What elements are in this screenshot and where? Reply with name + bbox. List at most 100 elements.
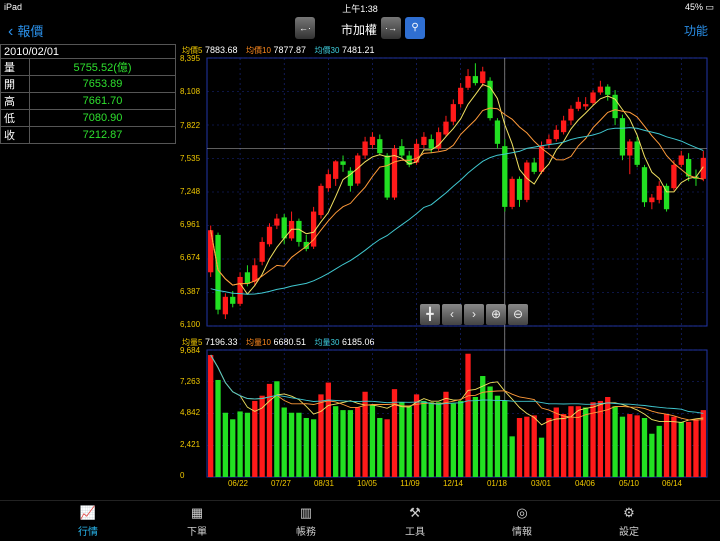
pan-left-button[interactable]: ‹ xyxy=(442,304,462,325)
zoom-in-button[interactable]: ⊕ xyxy=(486,304,506,325)
x-tick: 03/01 xyxy=(530,479,552,488)
volume-bar xyxy=(274,381,280,477)
x-tick: 06/22 xyxy=(227,479,249,488)
tab-settings[interactable]: ⚙ 設定 xyxy=(589,505,669,538)
volume-bar xyxy=(538,437,545,477)
volume-bar xyxy=(333,406,339,477)
candle-body xyxy=(303,241,309,249)
volume-bar xyxy=(560,414,567,477)
candle-body xyxy=(619,118,626,156)
volume-ma-legend: 均量5 7196.33 均量10 6680.51 均量30 6185.06 xyxy=(182,337,380,348)
tab-order[interactable]: ▦ 下單 xyxy=(157,505,237,538)
open-value: 7653.89 xyxy=(29,75,176,93)
candle-body xyxy=(590,92,596,103)
candle-body xyxy=(450,104,456,122)
low-value: 7080.90 xyxy=(29,109,176,127)
tab-label: 行情 xyxy=(78,527,98,538)
candle-body xyxy=(700,157,706,179)
vma10-label: 均量10 xyxy=(246,338,271,347)
price-tick: 6,387 xyxy=(180,287,201,296)
candle-body xyxy=(516,178,523,200)
candle-body xyxy=(575,101,581,109)
candle-body xyxy=(266,226,273,245)
x-tick: 04/06 xyxy=(574,479,596,488)
high-label: 高 xyxy=(0,92,30,110)
candle-body xyxy=(406,155,412,165)
volume-bar xyxy=(487,386,493,477)
candle-body xyxy=(421,136,427,145)
back-button[interactable]: ‹ 報價 xyxy=(8,21,43,41)
candle-body xyxy=(605,86,611,95)
tab-news[interactable]: ◎ 情報 xyxy=(482,505,562,538)
volume-bar xyxy=(443,391,449,477)
volume-bar xyxy=(369,404,376,477)
vma10-value: 6680.51 xyxy=(273,337,306,347)
candle-body xyxy=(627,141,633,156)
symbol-selector: ←· 市加權 ·→ ⚲ xyxy=(295,17,425,39)
vma30-label: 均量30 xyxy=(314,338,340,347)
news-icon: ◎ xyxy=(516,505,528,520)
candle-body xyxy=(560,120,567,133)
price-tick: 7,248 xyxy=(180,187,201,196)
x-tick: 10/05 xyxy=(356,479,378,488)
battery-indicator: 45% ▭ xyxy=(685,2,714,13)
volume-bar xyxy=(252,400,258,477)
candle-body xyxy=(252,265,258,282)
x-tick: 11/09 xyxy=(400,479,420,488)
volume-bar xyxy=(244,412,251,477)
volume-bar xyxy=(583,407,589,477)
pan-right-button[interactable]: › xyxy=(464,304,484,325)
volume-bar xyxy=(524,416,530,477)
function-button[interactable]: 功能 xyxy=(684,22,708,39)
volume-bar xyxy=(318,394,324,477)
vma10-line xyxy=(210,354,704,421)
candle-body xyxy=(671,164,677,189)
candle-body xyxy=(524,162,530,200)
price-tick: 8,108 xyxy=(180,87,201,96)
low-label: 低 xyxy=(0,109,30,127)
zoom-out-button[interactable]: ⊖ xyxy=(508,304,528,325)
account-icon: ▥ xyxy=(299,505,313,520)
x-tick: 08/31 xyxy=(313,479,335,488)
volume-bar xyxy=(546,417,552,477)
next-symbol-button[interactable]: ·→ xyxy=(381,17,401,39)
back-label: 報價 xyxy=(17,24,44,39)
search-button[interactable]: ⚲ xyxy=(405,17,425,39)
search-icon: ⚲ xyxy=(411,22,419,33)
volume-bar xyxy=(215,379,221,477)
volume-bar xyxy=(663,414,670,477)
volume-bar xyxy=(502,400,508,477)
candle-body xyxy=(509,178,515,207)
prev-symbol-button[interactable]: ←· xyxy=(295,17,315,39)
candle-body xyxy=(347,170,354,186)
volume-bar xyxy=(700,410,706,477)
tab-tools[interactable]: ⚒ 工具 xyxy=(375,505,455,538)
tab-quotes[interactable]: 📈 行情 xyxy=(48,505,128,538)
candle-body xyxy=(487,80,493,119)
crosshair-button[interactable]: ╋ xyxy=(420,304,440,325)
candle-body xyxy=(612,94,618,119)
ma30-value: 7481.21 xyxy=(341,45,375,55)
candle-body xyxy=(377,139,383,154)
tab-label: 設定 xyxy=(619,527,639,538)
order-icon: ▦ xyxy=(190,505,204,520)
volume-bar xyxy=(516,417,523,477)
volume-bar xyxy=(509,436,515,477)
tools-icon: ⚒ xyxy=(409,505,421,520)
volume-bar xyxy=(310,419,317,477)
candle-body xyxy=(384,155,390,198)
candle-body xyxy=(310,211,317,247)
x-tick: 07/27 xyxy=(270,479,292,488)
volume-bar xyxy=(435,402,442,477)
x-tick: 01/18 xyxy=(486,479,508,488)
ma10-line xyxy=(210,107,704,286)
price-tick: 6,961 xyxy=(180,220,201,229)
x-tick: 06/14 xyxy=(661,479,683,488)
volume-bar xyxy=(340,410,346,477)
x-tick: 12/14 xyxy=(442,479,464,488)
tab-account[interactable]: ▥ 帳務 xyxy=(266,505,346,538)
candle-body xyxy=(399,146,405,156)
status-bar: iPad 上午1:38 45% ▭ xyxy=(0,0,720,14)
price-tick: 8,395 xyxy=(180,54,201,63)
candle-body xyxy=(333,161,339,179)
